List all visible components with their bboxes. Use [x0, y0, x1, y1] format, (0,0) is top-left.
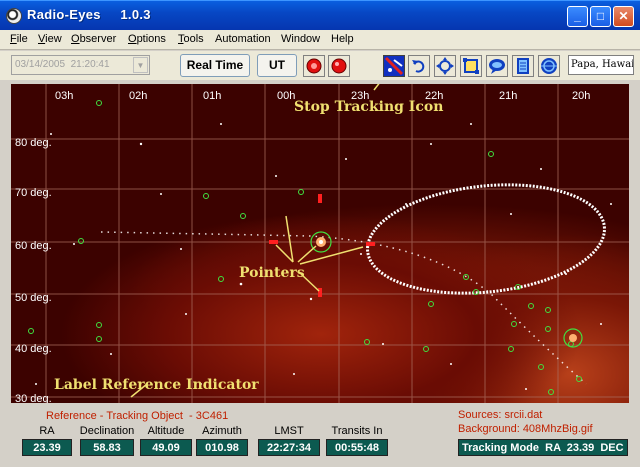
- menu-observer[interactable]: Observer: [71, 33, 116, 45]
- dec-label-80: 80 deg.: [15, 137, 52, 149]
- toolbar: 03/14/2005 21:20:41 ▼ Real Time UT Papa,…: [0, 51, 640, 80]
- radio-sources[interactable]: [28, 100, 582, 395]
- beam-outline-ellipse: [366, 183, 606, 295]
- globe-icon[interactable]: [538, 55, 560, 77]
- menu-window-label: Window: [281, 33, 321, 45]
- list-document-icon[interactable]: [512, 55, 534, 77]
- azimuth-label: Azimuth: [202, 425, 242, 437]
- menu-help-label: Help: [331, 33, 354, 45]
- annotation-leaders: [130, 84, 380, 398]
- dec-label-70: 70 deg.: [15, 187, 52, 199]
- undo-arrow-icon[interactable]: [408, 55, 430, 77]
- altitude-value: 49.09: [140, 439, 192, 456]
- maximize-button[interactable]: □: [590, 6, 611, 27]
- azimuth-value: 010.98: [196, 439, 248, 456]
- menu-automation-label: Automation: [215, 33, 271, 45]
- ra-value: 23.39: [22, 439, 72, 456]
- tracking-mode-display: Tracking Mode RA 23.39 DEC: [458, 439, 628, 456]
- menu-options[interactable]: Options: [128, 33, 166, 45]
- sky-map[interactable]: 03h 02h 01h 00h 23h 22h 21h 20h 80 deg. …: [11, 84, 629, 403]
- datetime-value: 03/14/2005 21:20:41: [15, 59, 110, 70]
- menu-file-label: ile: [16, 33, 28, 45]
- stop-tracking-icon[interactable]: [383, 55, 405, 77]
- frame-select-icon[interactable]: [460, 55, 482, 77]
- lmst-label: LMST: [274, 425, 304, 437]
- chevron-down-icon[interactable]: ▼: [133, 57, 148, 73]
- ra-label-02h: 02h: [129, 90, 147, 102]
- stop-tracking-annotation: Stop Tracking Icon: [294, 99, 443, 115]
- title-bar[interactable]: Radio-Eyes 1.0.3 _ □ ✕: [0, 0, 640, 30]
- tracking-path: [100, 231, 587, 385]
- menu-options-label: ptions: [136, 33, 166, 45]
- menu-bar: File View Observer Options Tools Automat…: [0, 30, 640, 50]
- menu-window[interactable]: Window: [281, 33, 320, 45]
- menu-help[interactable]: Help: [331, 33, 354, 45]
- stop-red-icon-1[interactable]: [303, 55, 325, 77]
- status-panel: Reference - Tracking Object - 3C461 RA 2…: [0, 404, 640, 467]
- reference-tracking-label: Reference - Tracking Object - 3C461: [46, 410, 229, 422]
- app-version: 1.0.3: [120, 7, 151, 22]
- app-name: Radio-Eyes: [27, 7, 101, 22]
- declination-label: Declination: [79, 425, 135, 437]
- menu-observer-accel: O: [71, 33, 80, 45]
- close-button[interactable]: ✕: [613, 6, 634, 27]
- declination-value: 58.83: [80, 439, 134, 456]
- dec-label-60: 60 deg.: [15, 240, 52, 252]
- menu-tools-label: ools: [183, 33, 204, 45]
- label-reference-annotation: Label Reference Indicator: [54, 377, 259, 393]
- location-display: Papa, Hawaii: [568, 55, 634, 75]
- dec-label-40: 40 deg.: [15, 343, 52, 355]
- menu-view[interactable]: View: [38, 33, 62, 45]
- ra-label: RA: [39, 425, 55, 437]
- altitude-label: Altitude: [147, 425, 185, 437]
- ra-label-03h: 03h: [55, 90, 73, 102]
- star-field: [35, 123, 612, 390]
- pointers-annotation: Pointers: [239, 265, 305, 281]
- radio-eyes-app-icon[interactable]: [6, 8, 22, 24]
- menu-tools[interactable]: Tools: [178, 33, 204, 45]
- real-time-button[interactable]: Real Time: [180, 54, 250, 77]
- ra-label-01h: 01h: [203, 90, 221, 102]
- window-title: Radio-Eyes 1.0.3: [27, 7, 151, 22]
- lmst-value: 22:27:34: [258, 439, 320, 456]
- datetime-picker[interactable]: 03/14/2005 21:20:41 ▼: [11, 55, 150, 75]
- sources-file-label: Sources: srcii.dat: [458, 409, 543, 421]
- menu-options-accel: O: [128, 33, 137, 45]
- menu-file-accel: F: [10, 33, 17, 45]
- transits-in-value: 00:55:48: [326, 439, 388, 456]
- menu-file[interactable]: File: [10, 33, 28, 45]
- transits-in-label: Transits In: [331, 425, 383, 437]
- sky-map-canvas[interactable]: 03h 02h 01h 00h 23h 22h 21h 20h 80 deg. …: [11, 84, 629, 403]
- background-file-label: Background: 408MhzBig.gif: [458, 423, 593, 435]
- dec-label-50: 50 deg.: [15, 292, 52, 304]
- menu-observer-label: bserver: [79, 33, 117, 45]
- ra-label-21h: 21h: [499, 90, 517, 102]
- dec-label-30: 30 deg.: [15, 393, 52, 403]
- stop-red-icon-2[interactable]: [328, 55, 350, 77]
- minimize-button[interactable]: _: [567, 6, 588, 27]
- center-target-icon[interactable]: [434, 55, 456, 77]
- message-bubble-icon[interactable]: [486, 55, 508, 77]
- menu-view-label: iew: [45, 33, 62, 45]
- ut-button[interactable]: UT: [257, 54, 297, 77]
- menu-automation[interactable]: Automation: [215, 33, 271, 45]
- ra-label-00h: 00h: [277, 90, 295, 102]
- ra-label-20h: 20h: [572, 90, 590, 102]
